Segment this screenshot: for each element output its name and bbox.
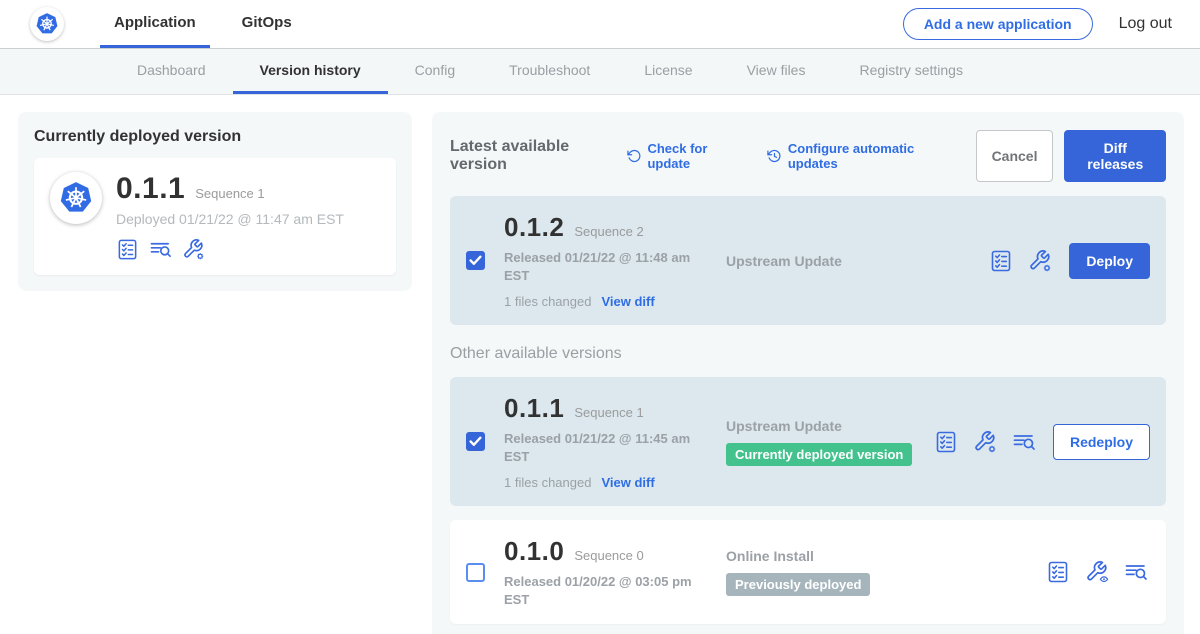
redeploy-button[interactable]: Redeploy	[1053, 424, 1150, 460]
view-diff-link[interactable]: View diff	[601, 294, 654, 309]
version-row-0-1-1: 0.1.1 Sequence 1 Released 01/21/22 @ 11:…	[450, 377, 1166, 506]
other-available-versions-title: Other available versions	[450, 345, 1166, 363]
sequence-label: Sequence 2	[574, 224, 643, 239]
version-source: Upstream Update	[726, 418, 934, 434]
version-number: 0.1.1	[504, 393, 564, 424]
deploy-button[interactable]: Deploy	[1069, 243, 1150, 279]
deployed-sequence-label: Sequence 1	[195, 186, 264, 201]
subnav-version-history[interactable]: Version history	[233, 49, 388, 94]
kubernetes-logo-icon	[30, 7, 64, 41]
tab-application[interactable]: Application	[100, 0, 210, 48]
version-source: Online Install	[726, 548, 1046, 564]
app-subnav: Dashboard Version history Config Trouble…	[0, 48, 1200, 95]
currently-deployed-title: Currently deployed version	[34, 128, 396, 146]
version-checkbox[interactable]	[466, 563, 485, 582]
sequence-label: Sequence 1	[574, 405, 643, 420]
released-timestamp: Released 01/21/22 @ 11:48 am EST	[504, 249, 692, 284]
version-row-0-1-2: 0.1.2 Sequence 2 Released 01/21/22 @ 11:…	[450, 196, 1166, 325]
version-row-0-1-0: 0.1.0 Sequence 0 Released 01/20/22 @ 03:…	[450, 520, 1166, 624]
auto-update-clock-icon	[767, 148, 782, 164]
previously-deployed-badge: Previously deployed	[726, 573, 870, 596]
released-timestamp: Released 01/20/22 @ 03:05 pm EST	[504, 573, 692, 608]
logout-link[interactable]: Log out	[1119, 15, 1172, 33]
version-number: 0.1.2	[504, 212, 564, 243]
latest-available-title: Latest available version	[450, 138, 617, 174]
checkmark-icon	[469, 254, 482, 267]
released-timestamp: Released 01/21/22 @ 11:45 am EST	[504, 430, 692, 465]
preflight-checks-icon[interactable]	[116, 238, 139, 261]
subnav-troubleshoot[interactable]: Troubleshoot	[482, 49, 617, 94]
subnav-config[interactable]: Config	[388, 49, 482, 94]
version-checkbox[interactable]	[466, 432, 485, 451]
add-new-application-button[interactable]: Add a new application	[903, 8, 1093, 40]
sequence-label: Sequence 0	[574, 548, 643, 563]
configure-automatic-updates-link[interactable]: Configure automatic updates	[767, 141, 953, 171]
app-logo	[30, 0, 64, 48]
top-navbar: Application GitOps Add a new application…	[0, 0, 1200, 48]
subnav-dashboard[interactable]: Dashboard	[110, 49, 233, 94]
version-source: Upstream Update	[726, 253, 989, 269]
diff-releases-button[interactable]: Diff releases	[1064, 130, 1166, 182]
available-versions-panel: Latest available version Check for updat…	[432, 112, 1184, 634]
preflight-checks-icon[interactable]	[934, 430, 958, 454]
version-number: 0.1.0	[504, 536, 564, 567]
subnav-view-files[interactable]: View files	[720, 49, 833, 94]
tab-gitops[interactable]: GitOps	[228, 0, 306, 48]
files-changed-label: 1 files changed	[504, 294, 591, 309]
deployed-timestamp: Deployed 01/21/22 @ 11:47 am EST	[116, 211, 344, 227]
cancel-button[interactable]: Cancel	[976, 130, 1054, 182]
deployed-version-card: 0.1.1 Sequence 1 Deployed 01/21/22 @ 11:…	[34, 158, 396, 275]
edit-config-icon[interactable]	[182, 238, 205, 261]
check-for-update-link[interactable]: Check for update	[627, 141, 745, 171]
edit-config-icon[interactable]	[973, 430, 997, 454]
view-logs-icon[interactable]	[1124, 560, 1148, 584]
currently-deployed-panel: Currently deployed version 0.1.1 Sequenc…	[18, 112, 412, 291]
version-checkbox[interactable]	[466, 251, 485, 270]
subnav-registry-settings[interactable]: Registry settings	[832, 49, 989, 94]
view-config-icon[interactable]	[1085, 560, 1109, 584]
preflight-checks-icon[interactable]	[989, 249, 1013, 273]
currently-deployed-badge: Currently deployed version	[726, 443, 912, 466]
subnav-license[interactable]: License	[617, 49, 719, 94]
edit-config-icon[interactable]	[1028, 249, 1052, 273]
checkmark-icon	[469, 435, 482, 448]
view-logs-icon[interactable]	[149, 238, 172, 261]
refresh-icon	[627, 148, 642, 164]
view-logs-icon[interactable]	[1012, 430, 1036, 454]
files-changed-label: 1 files changed	[504, 475, 591, 490]
view-diff-link[interactable]: View diff	[601, 475, 654, 490]
deployed-version-number: 0.1.1	[116, 172, 185, 206]
preflight-checks-icon[interactable]	[1046, 560, 1070, 584]
kubernetes-logo-icon	[50, 172, 102, 224]
